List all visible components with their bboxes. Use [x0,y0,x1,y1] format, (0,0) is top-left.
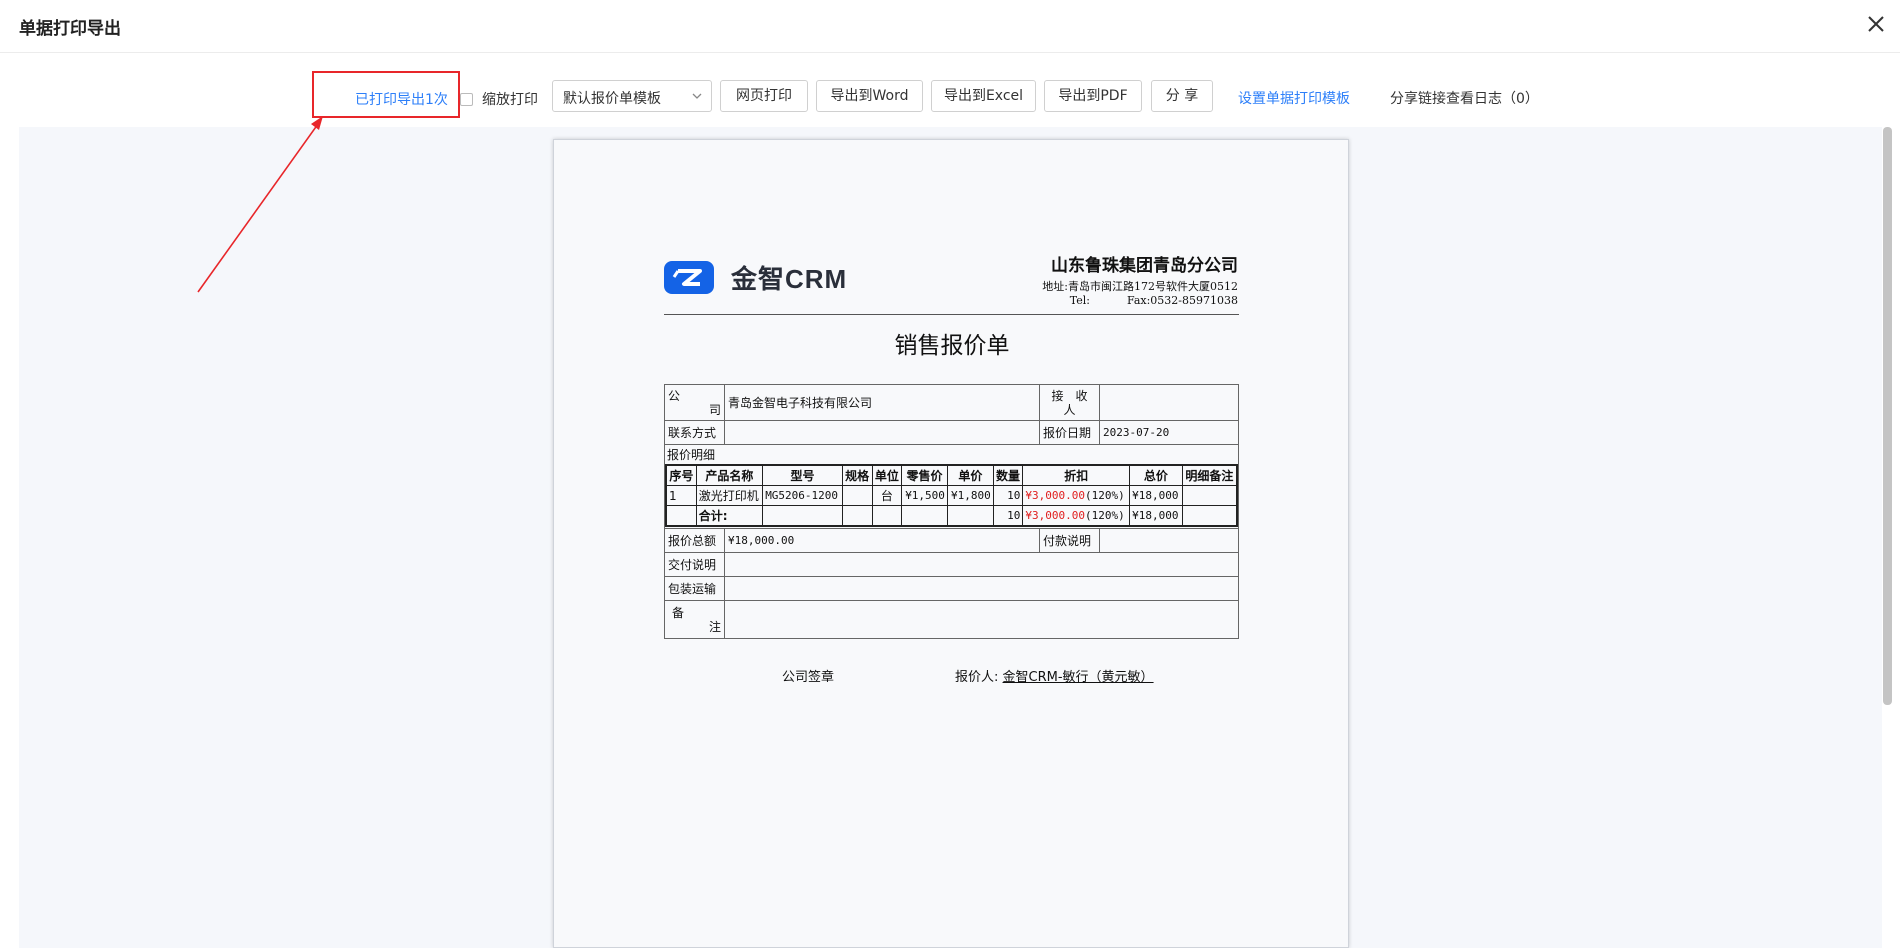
packaging-label: 包装运输 [664,576,725,601]
item-qty: 10 [992,485,1024,506]
item-model: MG5206-1200 [762,485,843,506]
table-row: 1 激光打印机 MG5206-1200 台 ¥1,500 ¥1,800 10 ¥3,000.0… [665,485,1238,506]
company-name: 山东鲁珠集团青岛分公司 [1051,256,1238,276]
items-header-row: 序号 产品名称 型号 规格 单位 零售价 单价 数量 折扣 总价 明细备注 [665,464,1238,486]
item-discount-percent: (120%) [1084,489,1125,502]
quote-form-table: 公 司 青岛金智电子科技有限公司 接 收 人 联系方式 报价日期 2023-07… [664,384,1239,639]
items-header-cell: 零售价 [901,464,948,486]
header-divider [664,314,1239,315]
items-header-cell: 总价 [1129,464,1183,486]
items-header-cell: 数量 [992,464,1024,486]
close-icon[interactable] [1864,12,1888,36]
company-seal-label: 公司签章 [782,670,835,685]
items-header-cell: 单价 [946,464,994,486]
export-pdf-button[interactable]: 导出到PDF [1044,80,1142,112]
sum-cell [871,505,903,527]
item-name: 激光打印机 [695,485,764,506]
items-sum-row: 合计: 10 ¥3,000.00(120%) ¥18,000 [665,505,1238,527]
item-discount-amount: ¥3,000.00 [1025,489,1085,502]
payment-value [1099,528,1239,553]
quoter-value: 金智CRM-敏行（黄元敏） [1002,670,1154,685]
sum-total: ¥18,000 [1129,505,1183,527]
set-print-template-link[interactable]: 设置单据打印模板 [1238,88,1350,108]
fax-value: Fax:0532-85971038 [1126,294,1238,307]
contact-value [724,420,1040,445]
scale-print-checkbox[interactable] [460,92,473,106]
chevron-down-icon [692,93,702,99]
sum-note [1181,505,1238,527]
item-spec [841,485,873,506]
document-title: 销售报价单 [894,333,1010,359]
sum-cell: 合计: [695,505,764,527]
export-word-button[interactable]: 导出到Word [816,80,923,112]
sum-cell [762,505,843,527]
company-address: 地址:青岛市闽江路172号软件大厦0512 [1042,280,1238,293]
web-print-button[interactable]: 网页打印 [720,80,808,112]
total-amount-label: 报价总额 [664,528,725,553]
item-discount: ¥3,000.00(120%) [1022,485,1131,506]
sum-cell [841,505,873,527]
receiver-value [1099,384,1239,421]
brand-logo: 金智CRM [664,259,847,296]
remark-label-cell: 备 注 [664,600,725,639]
item-price: ¥1,800 [946,485,994,506]
delivery-value [724,552,1239,577]
brand-name: 金智CRM [731,264,848,294]
template-select[interactable]: 默认报价单模板 [552,80,712,112]
toolbar: 已打印导出1次 缩放打印 默认报价单模板 网页打印 导出到Word 导出到Exc… [0,80,1900,114]
remark-value [724,600,1239,639]
items-header-cell: 型号 [762,464,843,486]
items-header-cell: 明细备注 [1181,464,1238,486]
sum-cell: 10 [992,505,1024,527]
dialog-title: 单据打印导出 [19,19,121,39]
items-header-cell: 产品名称 [695,464,764,486]
tel-label: Tel: [1069,294,1090,307]
quoter-label: 报价人: [955,670,999,685]
sum-discount: ¥3,000.00(120%) [1022,505,1131,527]
dialog-header: 单据打印导出 [0,0,1900,53]
item-total: ¥18,000 [1129,485,1183,506]
item-no: 1 [665,485,697,506]
scale-print-label: 缩放打印 [482,92,538,108]
item-unit: 台 [871,485,903,506]
items-header-cell: 折扣 [1022,464,1131,486]
detail-section: 报价明细 序号 产品名称 型号 规格 单位 零售价 单价 数量 折扣 总价 明细备注 1 激光打印机 M… [664,444,1239,529]
brand-logo-icon [664,261,714,294]
company-label-cell: 公 司 [664,384,725,421]
items-header-cell: 序号 [665,464,697,486]
items-body: 1 激光打印机 MG5206-1200 台 ¥1,500 ¥1,800 10 ¥3,000.0… [665,485,1238,527]
sum-discount-amount: ¥3,000.00 [1025,509,1085,522]
detail-label: 报价明细 [667,448,716,462]
items-header-cell: 单位 [871,464,903,486]
receiver-label-cell: 接 收 人 [1039,384,1100,421]
quote-date-label: 报价日期 [1039,420,1100,445]
company-block: 山东鲁珠集团青岛分公司 地址:青岛市闽江路172号软件大厦0512 Tel: F… [1042,251,1238,307]
sum-discount-percent: (120%) [1084,509,1125,522]
total-amount-value: ¥18,000.00 [724,528,1040,553]
quoter-line: 报价人: 金智CRM-敏行（黄元敏） [955,666,1154,685]
payment-label: 付款说明 [1039,528,1100,553]
annotation-highlight-box [312,71,460,118]
preview-scrollbar[interactable] [1883,127,1892,705]
packaging-value [724,576,1239,601]
sum-cell [665,505,697,527]
sum-cell [946,505,994,527]
share-button[interactable]: 分 享 [1151,80,1213,112]
delivery-label: 交付说明 [664,552,725,577]
quote-date-value: 2023-07-20 [1099,420,1239,445]
company-value: 青岛金智电子科技有限公司 [724,384,1040,421]
document-page: 金智CRM 山东鲁珠集团青岛分公司 地址:青岛市闽江路172号软件大厦0512 … [553,139,1349,948]
export-excel-button[interactable]: 导出到Excel [931,80,1036,112]
items-header-cell: 规格 [841,464,873,486]
contact-label: 联系方式 [664,420,725,445]
items-table: 序号 产品名称 型号 规格 单位 零售价 单价 数量 折扣 总价 明细备注 1 激光打印机 MG5206… [665,464,1238,527]
template-select-value: 默认报价单模板 [563,91,661,107]
item-note [1181,485,1238,506]
share-log-link[interactable]: 分享链接查看日志（0） [1390,88,1539,108]
scale-print-toggle[interactable]: 缩放打印 [460,89,538,109]
sum-cell [901,505,948,527]
company-phone: Tel: Fax:0532-85971038 [1042,294,1238,307]
item-retail: ¥1,500 [901,485,948,506]
